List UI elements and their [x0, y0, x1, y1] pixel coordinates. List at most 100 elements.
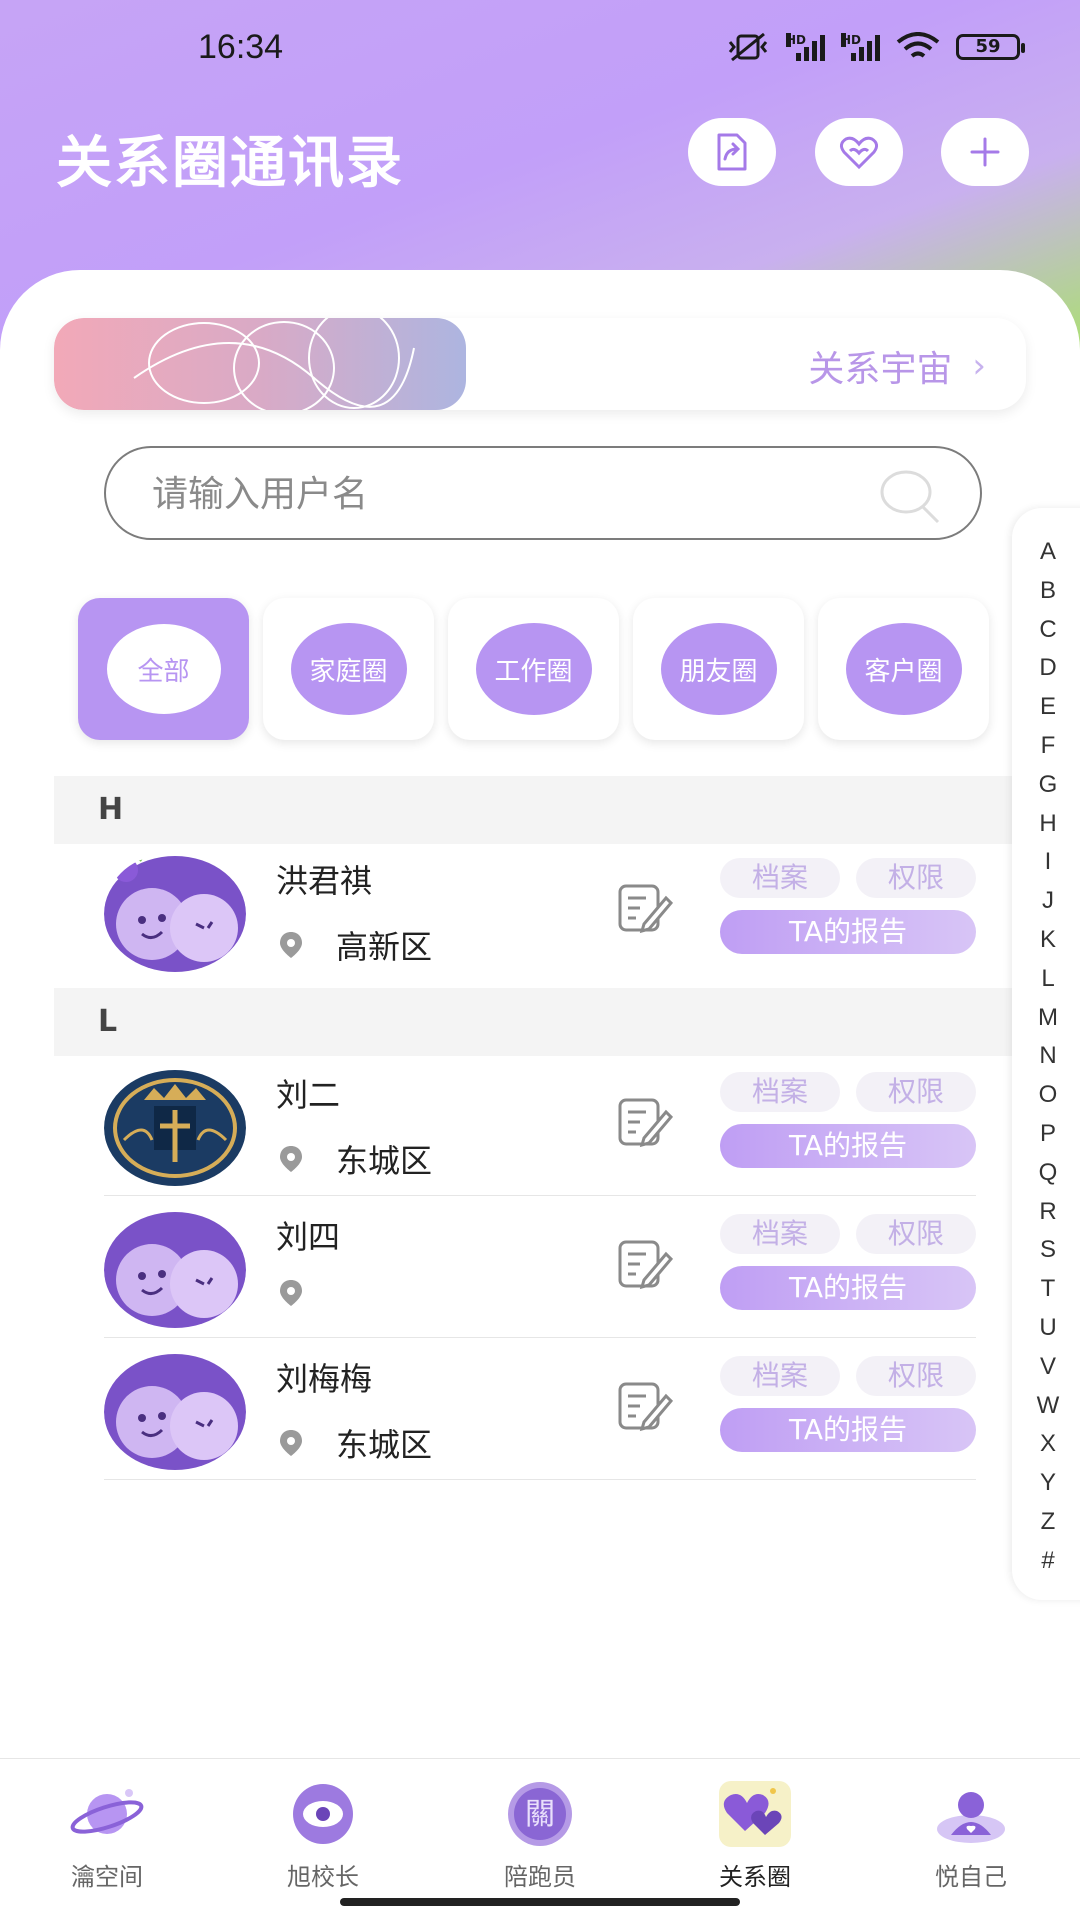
contact-row[interactable]: 刘二 东城区 档案 权限 TA的报告	[104, 1060, 976, 1196]
plus-icon	[970, 137, 1000, 167]
index-letter[interactable]: B	[1012, 577, 1080, 616]
index-letter[interactable]: Z	[1012, 1508, 1080, 1547]
index-letter[interactable]: E	[1012, 693, 1080, 732]
share-button[interactable]	[688, 118, 776, 186]
category-label: 全部	[106, 624, 221, 714]
contact-row[interactable]: 刘梅梅 东城区 档案 权限 TA的报告	[104, 1344, 976, 1480]
eye-badge-icon	[293, 1784, 353, 1844]
permission-button[interactable]: 权限	[856, 1214, 976, 1254]
add-button[interactable]	[941, 118, 1029, 186]
report-button[interactable]: TA的报告	[720, 1266, 976, 1310]
contact-name: 刘梅梅	[276, 1360, 373, 1398]
alphabet-index: A B C D E F G H I J K L M N O P Q R S T …	[1012, 508, 1080, 1600]
index-letter[interactable]: U	[1012, 1314, 1080, 1353]
report-button[interactable]: TA的报告	[720, 1408, 976, 1452]
relationship-button[interactable]	[815, 118, 903, 186]
page-title: 关系圈通讯录	[56, 131, 404, 196]
svg-text:關: 關	[525, 1797, 555, 1832]
location-text: 东城区	[336, 1426, 433, 1464]
contact-location: 高新区	[276, 922, 432, 968]
hearts-icon	[719, 1781, 791, 1847]
category-friends[interactable]: 朋友圈	[633, 598, 804, 740]
universe-label: 关系宇宙	[808, 349, 953, 390]
permission-button[interactable]: 权限	[856, 1072, 976, 1112]
report-button[interactable]: TA的报告	[720, 910, 976, 954]
archive-button[interactable]: 档案	[720, 1072, 840, 1112]
tab-label: 旭校长	[287, 1863, 359, 1891]
index-letter[interactable]: I	[1012, 848, 1080, 887]
index-letter[interactable]: T	[1012, 1275, 1080, 1314]
tab-self[interactable]: 悦自己	[896, 1779, 1046, 1892]
contact-name: 刘四	[276, 1218, 341, 1256]
status-icons: HD HD 59	[726, 32, 1025, 62]
index-letter[interactable]: J	[1012, 887, 1080, 926]
tab-label: 陪跑员	[504, 1863, 576, 1891]
section-header-h: H	[54, 776, 1012, 844]
permission-button[interactable]: 权限	[856, 858, 976, 898]
index-letter[interactable]: C	[1012, 616, 1080, 655]
contact-location	[276, 1278, 336, 1308]
location-pin-icon	[280, 1430, 302, 1456]
swirl-decoration-icon	[133, 318, 415, 410]
archive-button[interactable]: 档案	[720, 1214, 840, 1254]
location-pin-icon	[280, 932, 302, 958]
index-letter[interactable]: M	[1012, 1004, 1080, 1043]
category-clients[interactable]: 客户圈	[818, 598, 989, 740]
search-box[interactable]	[104, 446, 982, 540]
tab-relations[interactable]: 关系圈	[680, 1779, 830, 1892]
relationship-universe-banner[interactable]: 关系宇宙 ›	[54, 318, 1026, 410]
archive-button[interactable]: 档案	[720, 858, 840, 898]
category-work[interactable]: 工作圈	[448, 598, 619, 740]
category-all[interactable]: 全部	[78, 598, 249, 740]
edit-note-icon[interactable]	[616, 1094, 674, 1150]
index-letter[interactable]: K	[1012, 926, 1080, 965]
tab-space[interactable]: 瀹空间	[32, 1779, 182, 1892]
edit-note-icon[interactable]	[616, 1378, 674, 1434]
index-letter[interactable]: G	[1012, 771, 1080, 810]
edit-note-icon[interactable]	[616, 1236, 674, 1292]
index-letter[interactable]: D	[1012, 654, 1080, 693]
index-letter[interactable]: X	[1012, 1430, 1080, 1469]
index-letter[interactable]: N	[1012, 1042, 1080, 1081]
tab-coach[interactable]: 關 陪跑员	[465, 1779, 615, 1892]
report-button[interactable]: TA的报告	[720, 1124, 976, 1168]
index-letter[interactable]: V	[1012, 1353, 1080, 1392]
index-letter[interactable]: W	[1012, 1392, 1080, 1431]
battery-icon: 59	[956, 34, 1025, 60]
contact-location: 东城区	[276, 1420, 432, 1466]
contact-row[interactable]: 洪君祺 高新区 档案 权限 TA的报告	[104, 846, 976, 982]
universe-artwork	[54, 318, 466, 410]
index-letter[interactable]: O	[1012, 1081, 1080, 1120]
index-letter[interactable]: Y	[1012, 1469, 1080, 1508]
index-letter[interactable]: A	[1012, 538, 1080, 577]
status-bar: 16:34 HD HD 59	[0, 0, 1080, 100]
index-letter[interactable]: L	[1012, 965, 1080, 1004]
contact-name: 洪君祺	[276, 862, 373, 900]
index-letter[interactable]: S	[1012, 1236, 1080, 1275]
category-label: 客户圈	[845, 623, 962, 715]
index-letter[interactable]: H	[1012, 810, 1080, 849]
category-family[interactable]: 家庭圈	[263, 598, 434, 740]
index-letter[interactable]: R	[1012, 1198, 1080, 1237]
location-pin-icon	[280, 1280, 302, 1306]
index-letter[interactable]: Q	[1012, 1159, 1080, 1198]
permission-button[interactable]: 权限	[856, 1356, 976, 1396]
archive-button[interactable]: 档案	[720, 1356, 840, 1396]
edit-note-icon[interactable]	[616, 880, 674, 936]
category-label: 家庭圈	[290, 623, 407, 715]
status-time: 16:34	[198, 28, 284, 66]
location-text: 高新区	[336, 928, 433, 966]
chevron-right-icon: ›	[972, 346, 986, 386]
index-letter[interactable]: #	[1012, 1547, 1080, 1586]
tab-label: 瀹空间	[71, 1863, 143, 1891]
search-input[interactable]	[152, 468, 852, 520]
universe-link[interactable]: 关系宇宙 ›	[808, 340, 986, 392]
index-letter[interactable]: P	[1012, 1120, 1080, 1159]
contact-row[interactable]: 刘四 档案 权限 TA的报告	[104, 1202, 976, 1338]
search-icon[interactable]	[876, 466, 942, 526]
share-document-icon	[717, 133, 747, 171]
index-letter[interactable]: F	[1012, 732, 1080, 771]
location-pin-icon	[280, 1146, 302, 1172]
tab-principal[interactable]: 旭校长	[248, 1779, 398, 1892]
planet-icon	[70, 1789, 144, 1834]
